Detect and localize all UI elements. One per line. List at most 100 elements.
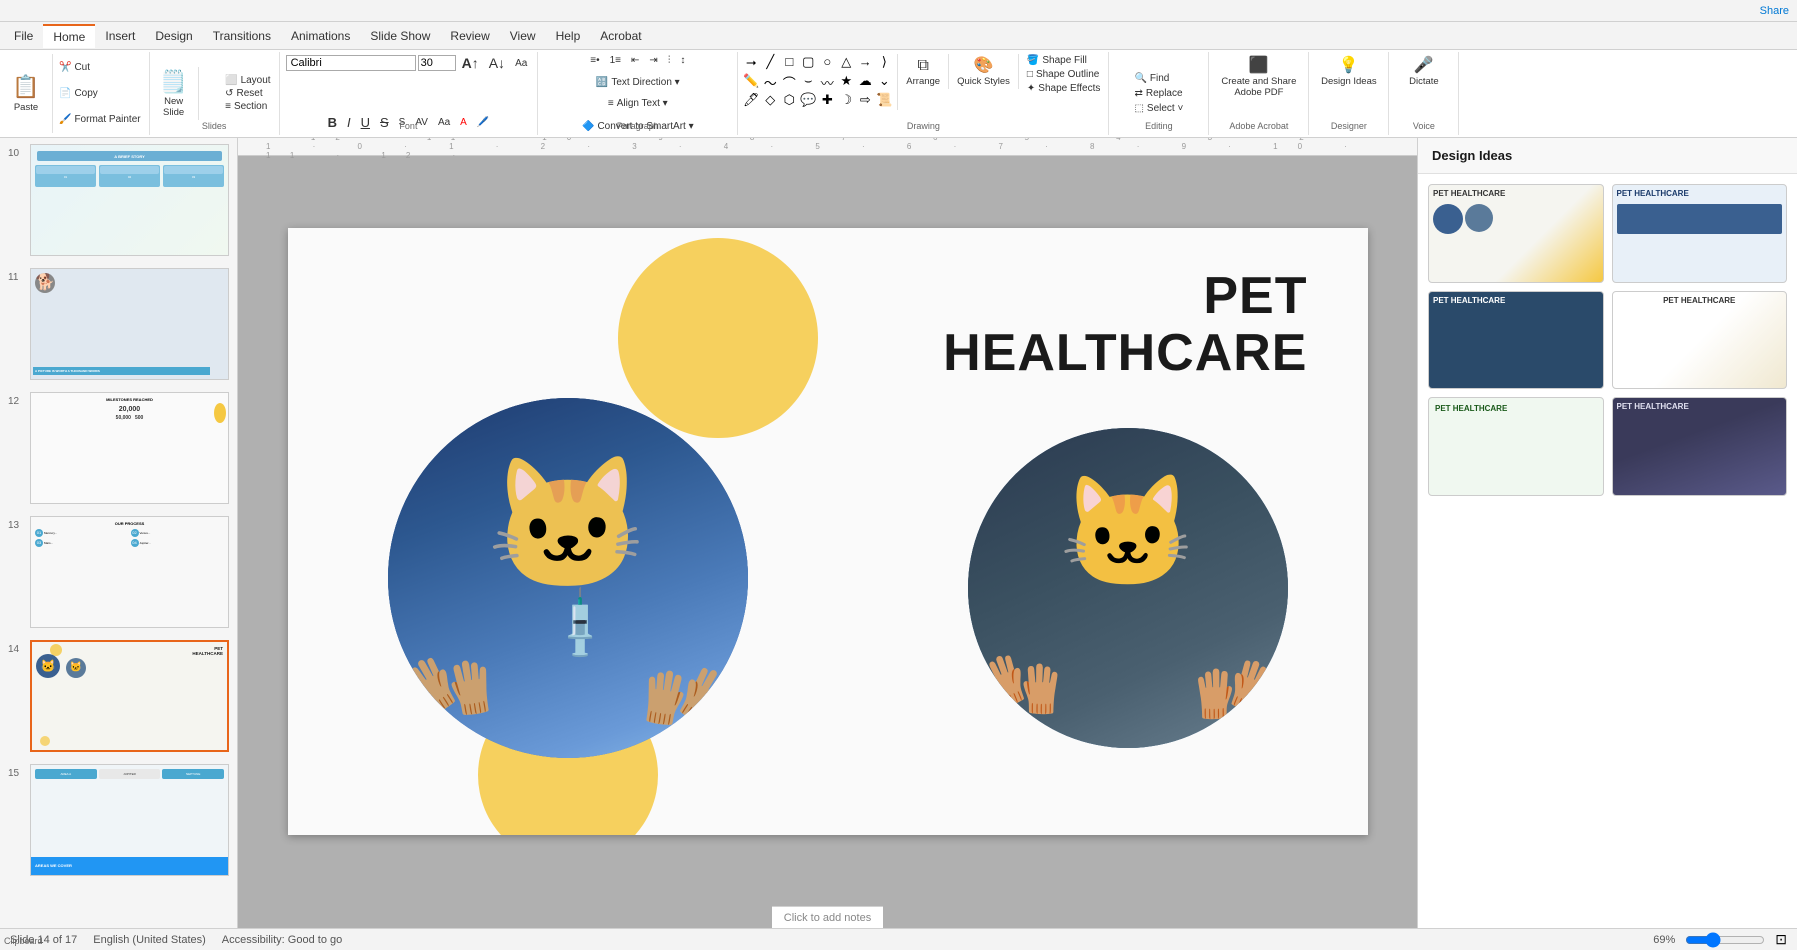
design-ideas-icon: 💡 [1339,56,1359,75]
bold-button[interactable]: B [324,114,341,131]
shape-moon[interactable]: ☽ [837,92,855,110]
shape-fill-button[interactable]: 🪣 Shape Fill [1023,54,1104,67]
shape-scroll[interactable]: 📜 [875,92,893,110]
tab-review[interactable]: Review [440,25,499,47]
shape-connector[interactable]: ⌒ [780,73,798,91]
shape-outline-button[interactable]: □ Shape Outline [1023,68,1104,81]
clipboard-label: Clipboard [4,936,43,946]
font-color-button[interactable]: A [456,116,471,129]
slide-title[interactable]: PET HEALTHCARE [943,268,1307,382]
increase-font-button[interactable]: A↑ [458,54,483,72]
tab-design[interactable]: Design [145,25,202,47]
shape-star[interactable]: ★ [837,73,855,91]
bullets-button[interactable]: ≡• [586,54,603,67]
share-button[interactable]: Share [1760,5,1789,17]
shape-freeform[interactable]: ✏️ [742,73,760,91]
shape-triangle[interactable]: △ [837,54,855,72]
clear-format-button[interactable]: Aa [511,57,531,70]
copy-button[interactable]: 📄 Copy [55,87,145,100]
shape-block-arrow[interactable]: ⇨ [856,92,874,110]
select-label: Select ˅ [1147,103,1183,114]
shape-hexagon[interactable]: ⬡ [780,92,798,110]
columns-button[interactable]: ⫶ [664,54,675,67]
status-bar: Slide 14 of 17 English (United States) A… [0,928,1797,950]
find-button[interactable]: 🔍 Find [1130,72,1187,85]
align-text-button[interactable]: ≡ Align Text ▾ [604,97,672,110]
tab-insert[interactable]: Insert [95,25,145,47]
design-idea-5[interactable]: PET HEALTHCARE [1428,397,1604,496]
copy-label: Copy [74,88,97,99]
tab-file[interactable]: File [4,25,43,47]
decrease-indent-button[interactable]: ⇤ [627,54,643,67]
shape-arc[interactable]: ⌣ [799,73,817,91]
slide-thumb-14[interactable]: 14 PETHEALTHCARE 🐱 🐱 [0,634,237,758]
tab-acrobat[interactable]: Acrobat [590,25,651,47]
shape-effects-button[interactable]: ✦ Shape Effects [1023,82,1104,95]
format-painter-button[interactable]: 🖌️ Format Painter [55,113,145,126]
font-name-input[interactable] [286,55,416,71]
text-direction-button[interactable]: 🔠 Text Direction ▾ [592,76,684,89]
layout-button[interactable]: ⬜ Layout [221,74,274,87]
design-idea-4[interactable]: PET HEALTHCARE [1612,291,1788,390]
design-idea-6[interactable]: PET HEALTHCARE [1612,397,1788,496]
shape-chevron[interactable]: ⟩ [875,54,893,72]
line-spacing-button[interactable]: ↕ [676,54,689,67]
reset-button[interactable]: ↺ Reset [221,87,274,100]
shape-rect[interactable]: □ [780,54,798,72]
section-button[interactable]: ≡ Section [221,100,274,113]
design-idea-3[interactable]: PET HEALTHCARE [1428,291,1604,390]
photo-left[interactable]: 🐱 🧤 🧤 💉 [388,398,748,758]
new-slide-button[interactable]: 🗒️ NewSlide [154,67,194,120]
tab-slideshow[interactable]: Slide Show [360,25,440,47]
copy-icon: 📄 [59,88,71,99]
underline-button[interactable]: U [357,114,374,131]
shape-curve[interactable]: 〜 [761,73,779,91]
notes-area[interactable]: Click to add notes [772,906,883,928]
select-button[interactable]: ⬚ Select ˅ [1130,102,1187,115]
design-idea-2[interactable]: PET HEALTHCARE [1612,184,1788,283]
shape-cross[interactable]: ✚ [818,92,836,110]
replace-button[interactable]: ⇄ Replace [1130,87,1187,100]
increase-indent-button[interactable]: ⇥ [645,54,661,67]
cut-button[interactable]: ✂️ Cut [55,61,145,74]
italic-button[interactable]: I [343,114,355,131]
shape-cursor[interactable]: ⭢ [742,54,760,72]
slide-thumb-15[interactable]: 15 AREAS WE COVER AREA A JUPITER NEPTUNE [0,758,237,882]
fit-slide-button[interactable]: ⊡ [1775,931,1787,948]
tab-home[interactable]: Home [43,24,95,48]
shape-cloud[interactable]: ☁ [856,73,874,91]
zoom-slider[interactable] [1685,932,1765,948]
font-size-input[interactable] [418,55,456,71]
photo-right[interactable]: 🐱 🧤 🧤 [968,428,1288,748]
arrange-button[interactable]: ⧉ Arrange [902,54,944,89]
shape-diamond[interactable]: ◇ [761,92,779,110]
shape-rounded-rect[interactable]: ▢ [799,54,817,72]
cat-left-bg: 🐱 🧤 🧤 💉 [388,398,748,758]
slide-thumb-11[interactable]: 11 🐕 A PICTURE IS WORTH A THOUSAND WORDS [0,262,237,386]
shape-callout[interactable]: 💬 [799,92,817,110]
shape-line[interactable]: ╱ [761,54,779,72]
highlight-button[interactable]: 🖊️ [473,116,493,129]
shape-pen[interactable]: 🖊 [742,92,760,110]
slide-number-12: 12 [8,392,24,407]
numbering-button[interactable]: 1≡ [606,54,625,67]
decrease-font-button[interactable]: A↓ [485,54,509,72]
shape-right-arrow[interactable]: → [856,54,874,72]
shape-more[interactable]: ⌄ [875,73,893,91]
tab-transitions[interactable]: Transitions [203,25,281,47]
slide-thumb-13[interactable]: 13 OUR PROCESS 01 Mercury... 02 Venus... [0,510,237,634]
slide-thumb-12[interactable]: 12 MILESTONES REACHED 20,000 50,000 500 [0,386,237,510]
tab-animations[interactable]: Animations [281,25,360,47]
design-idea-1[interactable]: PET HEALTHCARE [1428,184,1604,283]
shape-zigzag[interactable]: 〰 [818,73,836,91]
slide-canvas-14[interactable]: PET HEALTHCARE 🐱 🧤 🧤 💉 [288,228,1368,835]
quick-styles-button[interactable]: 🎨 Quick Styles [953,54,1014,89]
paste-button[interactable]: 📋 Paste [4,54,48,133]
strikethrough-button[interactable]: S [376,114,393,131]
tab-help[interactable]: Help [546,25,591,47]
cut-icon: ✂️ [59,62,71,73]
slide-thumb-10[interactable]: 10 A BRIEF STORY 01 02 [0,138,237,262]
shape-circle[interactable]: ○ [818,54,836,72]
tab-view[interactable]: View [500,25,546,47]
change-case-button[interactable]: Aa [434,116,454,129]
